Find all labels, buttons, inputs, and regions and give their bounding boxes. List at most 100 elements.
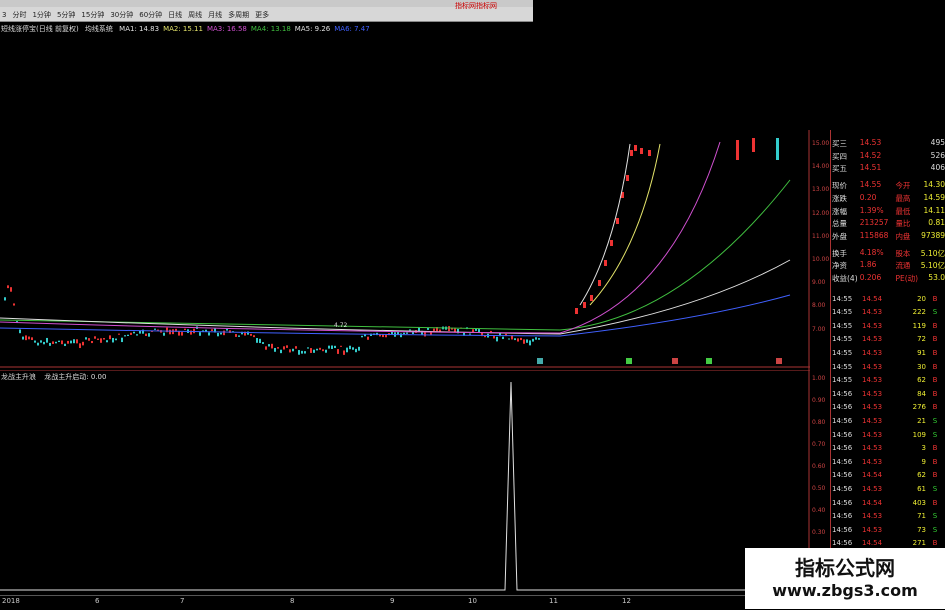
- tab-timeframe[interactable]: 分时: [12, 10, 26, 20]
- ma-legend-item: MA1: 14.83: [119, 25, 160, 33]
- chart-name: 短线涨停宝(日线 前复权): [1, 25, 79, 33]
- candle: [358, 346, 360, 351]
- quote-row: 现价 14.55 今开 14.30: [830, 180, 945, 191]
- candle: [52, 341, 54, 345]
- kline-chart[interactable]: 4.72: [0, 130, 810, 370]
- trade-row: 14:56 14.54 403 B: [830, 496, 945, 509]
- trade-side: B: [932, 539, 938, 548]
- candle: [517, 338, 519, 342]
- tab-timeframe[interactable]: 30分钟: [110, 10, 133, 20]
- trade-volume: 30: [917, 362, 926, 371]
- tab-timeframe[interactable]: 多周期: [228, 10, 249, 20]
- trade-side: B: [932, 403, 938, 412]
- signal-marker: [706, 358, 712, 364]
- candle: [193, 328, 195, 334]
- quote-key2: 最低: [895, 206, 911, 216]
- candle: [55, 341, 57, 344]
- date-axis: 2018 6 7 8 9 10 11 12: [0, 595, 810, 610]
- tab-timeframe[interactable]: 更多: [255, 10, 269, 20]
- trade-volume: 72: [917, 335, 926, 344]
- menu-strip: [0, 0, 533, 7]
- candle: [367, 336, 369, 340]
- quote-row: 总量 213257 量比 0.81: [830, 218, 945, 229]
- trade-volume: 3: [921, 444, 926, 453]
- trade-time: 14:56: [832, 512, 853, 521]
- ma-legend-item: MA6: 7.47: [334, 25, 370, 33]
- trade-price: 14.53: [862, 376, 883, 385]
- trade-side: B: [932, 376, 938, 385]
- candle: [274, 347, 276, 352]
- quote-key2: PE(动): [895, 274, 919, 283]
- quote-key: 外盘: [832, 231, 847, 241]
- tab-timeframe[interactable]: 日线: [168, 10, 182, 20]
- trade-side: S: [932, 430, 938, 439]
- candle: [58, 340, 60, 343]
- candle: [424, 332, 426, 337]
- candle: [235, 334, 237, 337]
- site-link[interactable]: 指标网指标网: [455, 1, 497, 11]
- watermark-url: www.zbgs3.com: [772, 581, 918, 600]
- price-axis: 15.00 14.00 13.00 12.00 11.00 10.00 9.00 8.00 7.…: [810, 130, 830, 370]
- candle: [19, 329, 21, 334]
- trade-volume: 91: [917, 348, 926, 357]
- trade-volume: 109: [912, 430, 926, 439]
- candle: [22, 336, 24, 340]
- tab-timeframe[interactable]: 15分钟: [81, 10, 104, 20]
- candle: [331, 345, 333, 349]
- candle: [604, 260, 607, 266]
- candle: [283, 346, 285, 350]
- candle: [217, 332, 219, 337]
- tab-timeframe[interactable]: 60分钟: [139, 10, 162, 20]
- candle: [208, 332, 210, 336]
- candle: [736, 140, 739, 160]
- candle: [752, 138, 755, 152]
- candle: [115, 338, 117, 341]
- tab-timeframe[interactable]: 月线: [208, 10, 222, 20]
- trade-volume: 21: [917, 416, 926, 425]
- trade-price: 14.53: [862, 321, 883, 330]
- watermark: 指标公式网 www.zbgs3.com: [745, 548, 945, 609]
- trade-price: 14.54: [862, 471, 883, 480]
- candle: [433, 328, 435, 332]
- trade-row: 14:56 14.53 21 S: [830, 414, 945, 427]
- date-tick: 11: [549, 597, 558, 605]
- candle: [70, 340, 72, 344]
- candle: [346, 347, 348, 353]
- candle: [76, 339, 78, 344]
- candle: [316, 348, 318, 351]
- tab-timeframe[interactable]: 周线: [188, 10, 202, 20]
- indicator-chart[interactable]: [0, 370, 810, 595]
- candle: [538, 338, 540, 340]
- candle: [277, 347, 279, 349]
- signal-marker: [626, 358, 632, 364]
- tab-timeframe[interactable]: 5分钟: [57, 10, 75, 20]
- candle: [403, 332, 405, 335]
- tab-timeframe[interactable]: 1分钟: [32, 10, 50, 20]
- quote-key: 净资: [832, 261, 847, 271]
- candle: [400, 333, 402, 338]
- trade-price: 14.53: [862, 416, 883, 425]
- tab-timeframe[interactable]: 3: [2, 11, 6, 19]
- trade-time: 14:56: [832, 484, 853, 493]
- trade-row: 14:55 14.53 30 B: [830, 360, 945, 373]
- candle: [109, 335, 111, 340]
- candle: [211, 329, 213, 331]
- quote-key: 现价: [832, 181, 847, 191]
- price-tick: 14.00: [812, 163, 830, 171]
- trade-side: S: [932, 525, 938, 534]
- candle: [514, 338, 516, 341]
- date-tick: 6: [95, 597, 100, 605]
- price-tick: 15.00: [812, 140, 830, 147]
- trade-time: 14:56: [832, 539, 853, 548]
- quote-key2: [895, 151, 919, 162]
- trade-time: 14:55: [832, 321, 853, 330]
- trade-time: 14:56: [832, 416, 853, 425]
- trade-side: B: [932, 471, 938, 480]
- candle: [154, 328, 156, 330]
- candle: [250, 333, 252, 336]
- candle: [610, 240, 613, 246]
- trade-side: S: [932, 308, 938, 317]
- price-tick: 10.00: [812, 256, 830, 263]
- watermark-title: 指标公式网: [795, 556, 895, 580]
- trade-row: 14:55 14.53 119 B: [830, 319, 945, 332]
